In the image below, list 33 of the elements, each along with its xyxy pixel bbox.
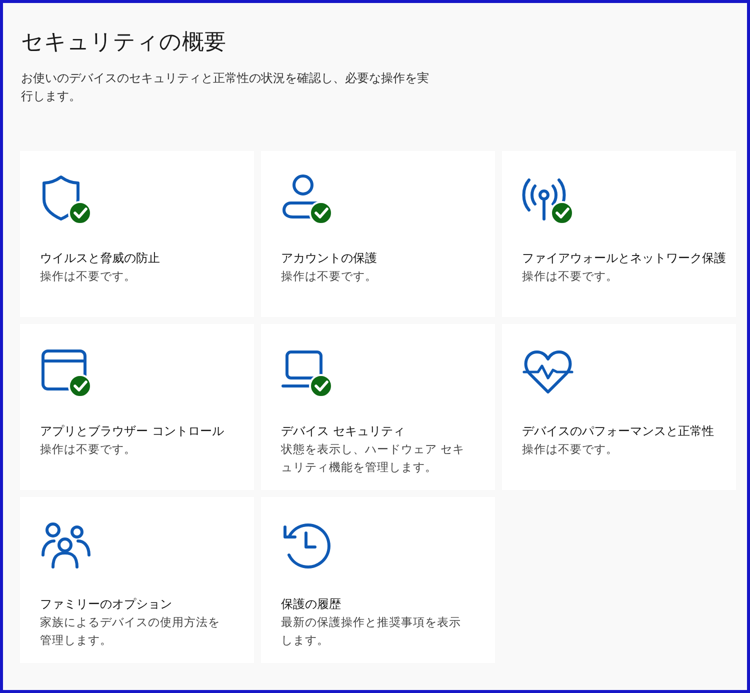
card-description: 状態を表示し、ハードウェア セキュリティ機能を管理します。 (281, 441, 466, 476)
card-description: 操作は不要です。 (281, 268, 377, 285)
card-description: 操作は不要です。 (40, 268, 136, 285)
card-title: 保護の履歴 (281, 596, 341, 613)
security-card[interactable]: ファミリーのオプション 家族によるデバイスの使用方法を管理します。 (20, 497, 254, 663)
heart-pulse-icon (522, 350, 574, 394)
card-description: 最新の保護操作と推奨事項を表示します。 (281, 614, 462, 649)
card-description: 操作は不要です。 (522, 441, 618, 458)
family-icon (42, 522, 90, 568)
page-title: セキュリティの概要 (21, 29, 226, 57)
security-card[interactable]: デバイスのパフォーマンスと正常性 操作は不要です。 (502, 324, 736, 490)
card-description: 家族によるデバイスの使用方法を管理します。 (40, 614, 221, 649)
page-description: お使いのデバイスのセキュリティと正常性の状況を確認し、必要な操作を実行します。 (21, 70, 430, 105)
laptop-icon (282, 350, 322, 388)
security-card[interactable]: ウイルスと脅威の防止 操作は不要です。 (20, 151, 254, 317)
card-title: ウイルスと脅威の防止 (40, 250, 160, 267)
card-title: ファイアウォールとネットワーク保護 (522, 250, 726, 267)
card-title: アカウントの保護 (281, 250, 377, 267)
shield-icon (42, 176, 80, 220)
antenna-icon (522, 178, 566, 220)
history-icon (284, 524, 330, 568)
security-card[interactable]: デバイス セキュリティ 状態を表示し、ハードウェア セキュリティ機能を管理します。 (261, 324, 495, 490)
security-card[interactable]: ファイアウォールとネットワーク保護 操作は不要です。 (502, 151, 736, 317)
security-card[interactable]: アカウントの保護 操作は不要です。 (261, 151, 495, 317)
security-card[interactable]: アプリとブラウザー コントロール 操作は不要です。 (20, 324, 254, 490)
app-window-icon (42, 350, 86, 390)
card-title: デバイス セキュリティ (281, 423, 405, 440)
card-description: 操作は不要です。 (40, 441, 136, 458)
card-title: デバイスのパフォーマンスと正常性 (522, 423, 714, 440)
card-description: 操作は不要です。 (522, 268, 618, 285)
card-title: アプリとブラウザー コントロール (40, 423, 224, 440)
security-card[interactable]: 保護の履歴 最新の保護操作と推奨事項を表示します。 (261, 497, 495, 663)
card-title: ファミリーのオプション (40, 596, 172, 613)
